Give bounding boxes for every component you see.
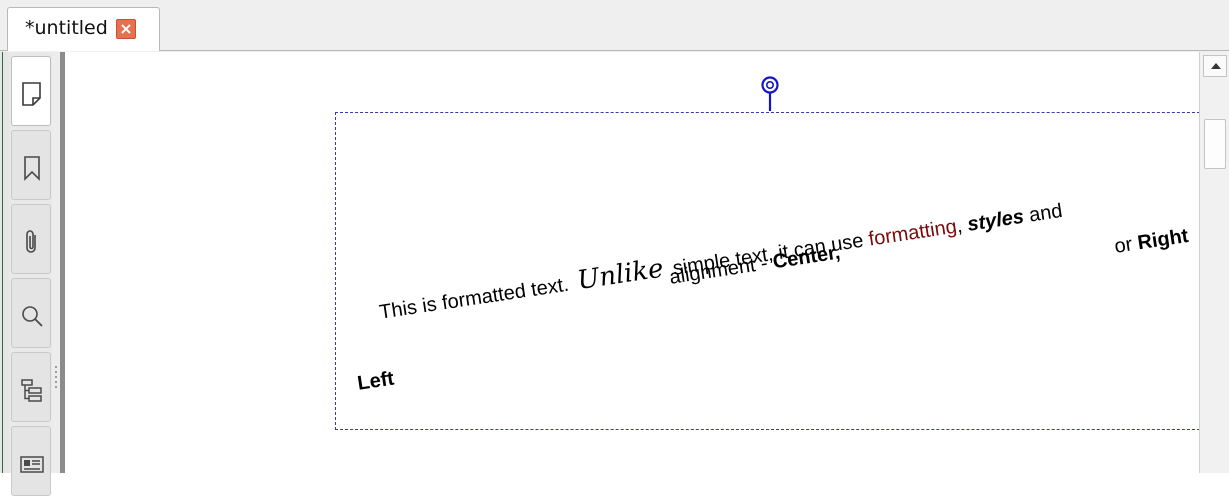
document-tab[interactable]: *untitled xyxy=(7,7,160,51)
side-button-signatures[interactable] xyxy=(11,426,51,496)
arrow-up-icon xyxy=(1211,63,1221,69)
side-button-attachments[interactable] xyxy=(11,204,51,274)
side-button-page[interactable] xyxy=(11,56,51,126)
rotate-handle-icon[interactable] xyxy=(760,75,780,113)
scroll-thumb[interactable] xyxy=(1204,119,1226,169)
left-edge-accent xyxy=(2,52,3,473)
attachment-icon xyxy=(26,230,36,253)
structure-tree-icon xyxy=(21,379,42,402)
close-icon xyxy=(121,24,131,34)
close-tab-button[interactable] xyxy=(116,19,136,39)
side-panel xyxy=(9,52,52,496)
search-icon xyxy=(22,306,43,327)
vertical-scrollbar[interactable] xyxy=(1199,52,1229,473)
side-button-bookmarks[interactable] xyxy=(11,130,51,200)
panel-splitter[interactable] xyxy=(52,52,60,473)
left-word: Left xyxy=(356,367,396,395)
plain-text: and xyxy=(1027,199,1064,227)
bookmark-icon xyxy=(24,156,40,181)
contact-card-icon xyxy=(20,456,44,473)
scroll-up-button[interactable] xyxy=(1203,55,1227,77)
page-icon xyxy=(22,82,41,106)
tab-bar xyxy=(0,0,1229,52)
side-button-structure[interactable] xyxy=(11,352,51,422)
or-word: or xyxy=(1113,233,1134,258)
document-tab-title: *untitled xyxy=(25,17,108,39)
splitter-grip[interactable] xyxy=(55,366,57,388)
side-button-search[interactable] xyxy=(11,278,51,348)
tab-bar-divider xyxy=(0,50,1229,51)
